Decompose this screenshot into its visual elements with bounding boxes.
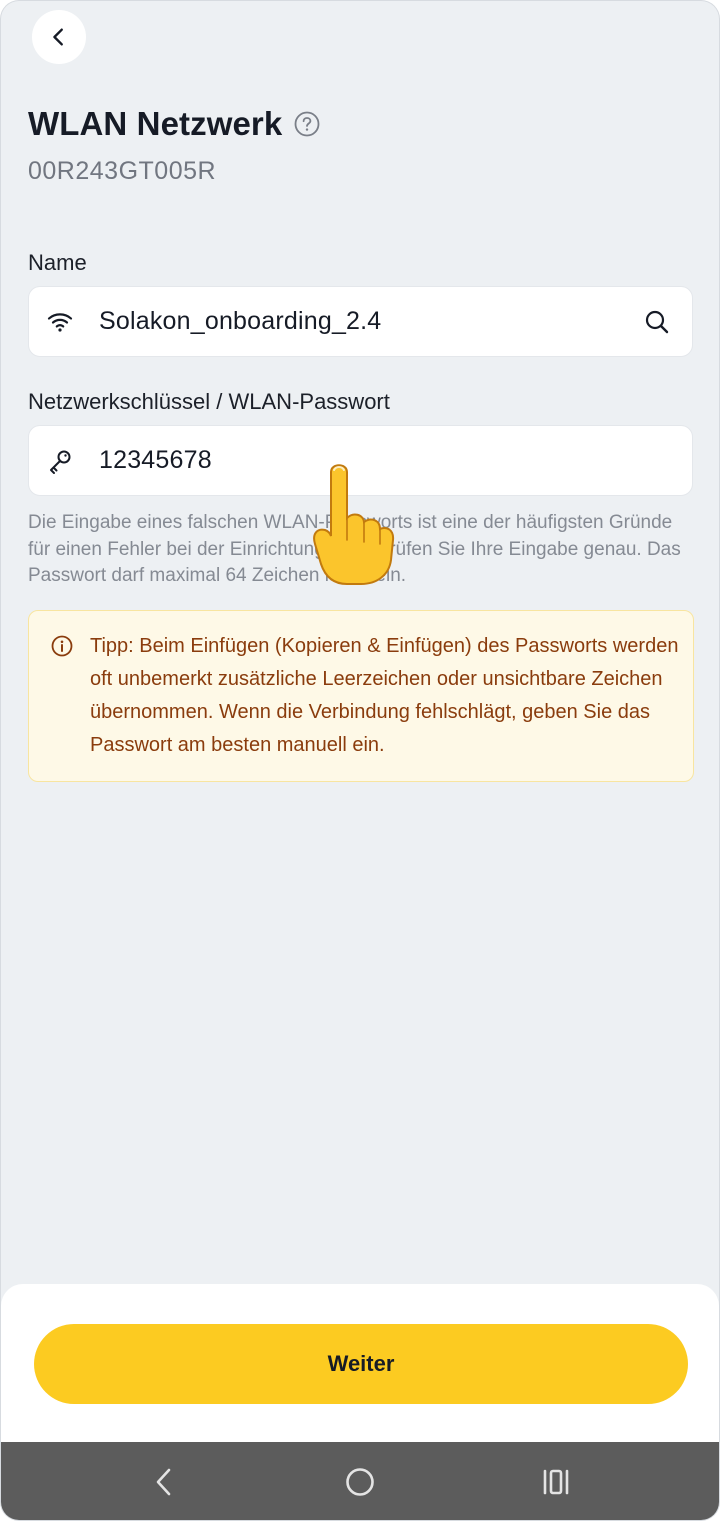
wifi-name-value: Solakon_onboarding_2.4 xyxy=(99,307,382,335)
nav-back-icon xyxy=(156,1468,171,1496)
title-row: WLAN Netzwerk xyxy=(28,105,320,143)
bottom-action-sheet: Weiter xyxy=(1,1284,719,1464)
key-icon xyxy=(46,447,74,475)
name-label: Name xyxy=(28,250,87,275)
wifi-icon xyxy=(46,308,74,336)
nav-back-button[interactable] xyxy=(144,1462,184,1502)
nav-home-button[interactable] xyxy=(340,1462,380,1502)
device-serial: 00R243GT005R xyxy=(28,157,217,185)
continue-button[interactable]: Weiter xyxy=(34,1324,688,1404)
nav-recents-icon xyxy=(543,1469,569,1495)
password-label: Netzwerkschlüssel / WLAN-Passwort xyxy=(28,389,390,414)
nav-recents-button[interactable] xyxy=(536,1462,576,1502)
password-field[interactable]: 12345678 xyxy=(28,425,693,496)
tip-text: Tipp: Beim Einfügen (Kopieren & Einfügen… xyxy=(90,635,679,756)
search-icon[interactable] xyxy=(642,307,672,337)
password-hint: Die Eingabe eines falschen WLAN-Passwort… xyxy=(28,512,681,586)
tip-callout: Tipp: Beim Einfügen (Kopieren & Einfügen… xyxy=(28,610,694,782)
system-navigation-bar xyxy=(1,1442,719,1520)
chevron-left-icon xyxy=(53,28,63,46)
nav-home-icon xyxy=(346,1468,374,1496)
question-circle-icon[interactable] xyxy=(294,111,320,137)
wifi-name-field[interactable]: Solakon_onboarding_2.4 xyxy=(28,286,693,357)
page-title: WLAN Netzwerk xyxy=(28,105,283,142)
password-value: 12345678 xyxy=(99,446,212,474)
info-circle-icon xyxy=(51,635,73,657)
app-screen: WLAN Netzwerk 00R243GT005R Name Solakon_… xyxy=(1,1,719,1520)
back-button[interactable] xyxy=(32,10,86,64)
